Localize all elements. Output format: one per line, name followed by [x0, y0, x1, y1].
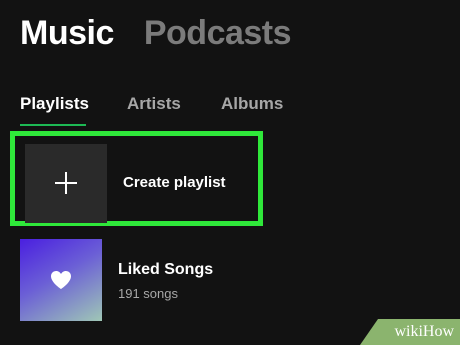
plus-icon — [55, 172, 77, 194]
tab-artists[interactable]: Artists — [127, 94, 181, 114]
tab-podcasts[interactable]: Podcasts — [144, 14, 292, 53]
library-screen: Music Podcasts Playlists Artists Albums … — [0, 0, 460, 345]
create-playlist-label: Create playlist — [123, 174, 226, 191]
create-playlist-button[interactable]: Create playlist — [10, 131, 263, 226]
create-playlist-thumbnail — [25, 144, 107, 223]
top-tabs: Music Podcasts — [20, 14, 292, 53]
tab-albums[interactable]: Albums — [221, 94, 283, 114]
watermark-logo: wikiHow — [394, 323, 454, 340]
liked-songs-count: 191 songs — [118, 286, 178, 301]
tab-music[interactable]: Music — [20, 14, 114, 53]
liked-songs-thumbnail — [20, 239, 102, 321]
filter-tabs: Playlists Artists Albums — [20, 94, 320, 130]
active-tab-indicator — [20, 124, 86, 126]
heart-icon — [51, 271, 71, 289]
tab-playlists[interactable]: Playlists — [20, 94, 89, 114]
liked-songs-title: Liked Songs — [118, 261, 214, 278]
liked-songs-item[interactable]: Liked Songs 191 songs — [20, 239, 300, 321]
